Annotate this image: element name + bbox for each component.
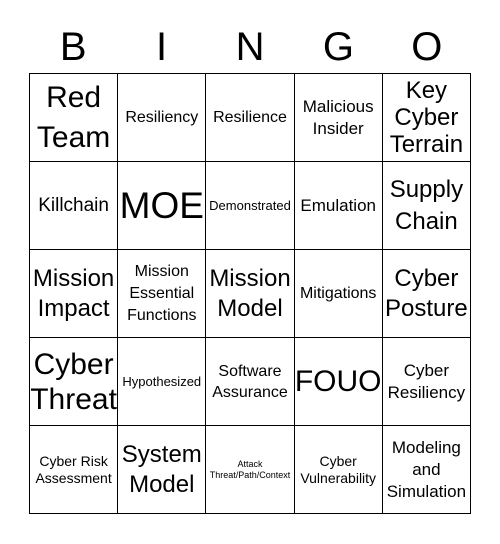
cell-text: Mitigations: [299, 284, 377, 302]
cell-text: Key Cyber Terrain: [389, 77, 464, 158]
cell-text: System Model: [121, 440, 202, 498]
bingo-cell[interactable]: Malicious Insider: [294, 74, 383, 162]
cell-text: Red Team: [36, 80, 111, 154]
bingo-cell[interactable]: Software Assurance: [206, 338, 295, 426]
bingo-cell[interactable]: Red Team: [30, 74, 119, 162]
bingo-cell[interactable]: Mission Impact: [30, 250, 119, 338]
header-letter-i: I: [156, 25, 168, 69]
bingo-grid: Red Team Resiliency Resilience Malicious…: [29, 73, 471, 514]
cell-text: Cyber Threat: [30, 347, 117, 416]
bingo-cell[interactable]: Mission Essential Functions: [118, 250, 207, 338]
header-letter-b: B: [59, 25, 87, 69]
header-letter-o: O: [411, 25, 443, 69]
bingo-cell[interactable]: FOUO: [294, 338, 383, 426]
cell-text: Resiliency: [125, 108, 199, 126]
cell-text: Resilience: [213, 108, 287, 126]
bingo-cell[interactable]: Mission Model: [206, 250, 295, 338]
cell-text: Mission Essential Functions: [127, 262, 197, 324]
bingo-cell[interactable]: Killchain: [30, 162, 119, 250]
bingo-cell[interactable]: Hypothesized: [118, 338, 207, 426]
cell-text: Mission Impact: [32, 264, 115, 322]
bingo-cell[interactable]: Key Cyber Terrain: [382, 74, 471, 162]
header-letter-n: N: [235, 25, 265, 69]
bingo-cell[interactable]: Resilience: [206, 74, 295, 162]
bingo-cell[interactable]: Modeling and Simulation: [382, 426, 471, 514]
bingo-cell[interactable]: System Model: [118, 426, 207, 514]
bingo-cell[interactable]: Mitigations: [294, 250, 383, 338]
cell-text: Demonstrated: [209, 198, 291, 213]
bingo-cell[interactable]: Cyber Risk Assessment: [30, 426, 119, 514]
bingo-cell[interactable]: Cyber Threat: [30, 338, 119, 426]
bingo-cell[interactable]: Attack Threat/Path/Context: [206, 426, 295, 514]
cell-text: Attack Threat/Path/Context: [209, 458, 291, 480]
cell-text: Cyber Posture: [385, 264, 468, 322]
cell-text: Mission Model: [209, 264, 291, 322]
cell-text: Killchain: [38, 194, 109, 216]
cell-text: Cyber Resiliency: [387, 360, 466, 402]
header-letter-g: G: [322, 25, 354, 69]
bingo-cell[interactable]: Cyber Posture: [382, 250, 471, 338]
cell-text: Malicious Insider: [302, 96, 374, 138]
bingo-cell[interactable]: Cyber Resiliency: [382, 338, 471, 426]
cell-text: Software Assurance: [212, 362, 288, 401]
cell-text: FOUO: [294, 364, 382, 398]
bingo-cell[interactable]: Demonstrated: [206, 162, 295, 250]
bingo-cell[interactable]: Resiliency: [118, 74, 207, 162]
cell-text: Cyber Risk Assessment: [35, 452, 112, 486]
bingo-cell[interactable]: MOE: [118, 162, 207, 250]
bingo-header: B I N G O: [29, 22, 471, 72]
cell-text: Cyber Vulnerability: [300, 452, 377, 486]
cell-text: Emulation: [300, 195, 376, 215]
cell-text: MOE: [119, 184, 204, 226]
bingo-cell[interactable]: Emulation: [294, 162, 383, 250]
cell-text: Supply Chain: [389, 175, 464, 235]
bingo-cell[interactable]: Cyber Vulnerability: [294, 426, 383, 514]
cell-text: Hypothesized: [122, 374, 202, 389]
cell-text: Modeling and Simulation: [386, 437, 467, 501]
bingo-cell[interactable]: Supply Chain: [382, 162, 471, 250]
